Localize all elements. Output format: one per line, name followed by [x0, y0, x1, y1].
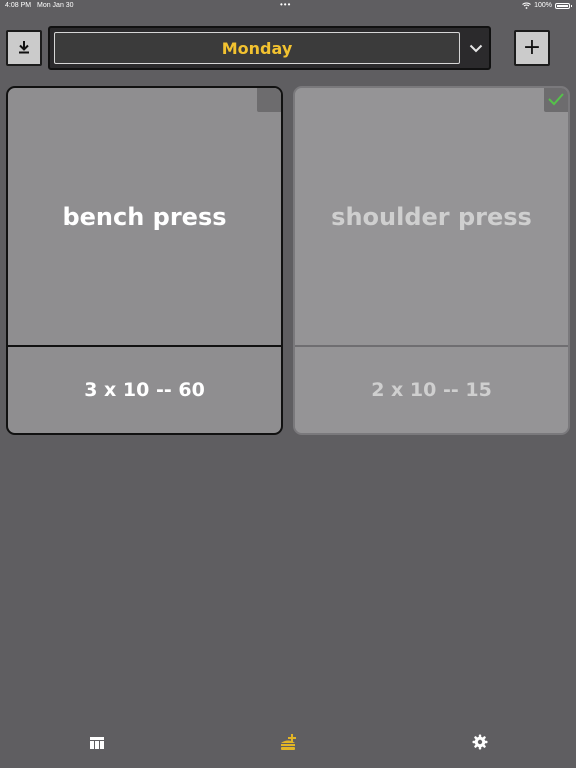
tab-bar [0, 720, 576, 768]
tab-table[interactable] [85, 732, 109, 756]
chevron-down-icon[interactable] [464, 34, 488, 62]
battery-icon [555, 2, 572, 9]
exercise-name-area[interactable]: shoulder press [295, 88, 568, 346]
exercise-name: shoulder press [331, 203, 532, 231]
exercise-sets-reps-weight: 3 x 10 -- 60 [84, 379, 205, 401]
day-selected-value[interactable]: Monday [54, 32, 460, 64]
exercise-sets-reps-weight: 2 x 10 -- 15 [371, 379, 492, 401]
wifi-icon [522, 2, 531, 9]
status-bar: 4:08 PM Mon Jan 30 ••• 100% [0, 0, 576, 12]
download-button[interactable] [6, 30, 42, 66]
tab-settings[interactable] [468, 732, 492, 756]
status-date: Mon Jan 30 [37, 2, 74, 9]
battery-percent: 100% [534, 2, 552, 9]
exercise-card[interactable]: shoulder press 2 x 10 -- 15 [293, 86, 570, 435]
exercise-name: bench press [62, 203, 227, 231]
multitasking-dots[interactable]: ••• [280, 0, 291, 9]
exercise-detail-area[interactable]: 3 x 10 -- 60 [8, 347, 281, 433]
complete-checkbox[interactable] [544, 88, 568, 112]
download-icon [17, 39, 31, 58]
status-time: 4:08 PM [5, 2, 32, 9]
tab-workout[interactable] [276, 732, 300, 756]
table-icon [89, 735, 105, 754]
workout-icon [279, 733, 297, 755]
exercise-card[interactable]: bench press 3 x 10 -- 60 [6, 86, 283, 435]
day-dropdown[interactable]: Monday [48, 26, 491, 70]
status-indicators: 100% [522, 2, 572, 9]
complete-checkbox[interactable] [257, 88, 281, 112]
checkmark-icon [547, 91, 565, 110]
add-exercise-button[interactable]: + [514, 30, 550, 66]
exercise-name-area[interactable]: bench press [8, 88, 281, 346]
exercise-detail-area[interactable]: 2 x 10 -- 15 [295, 347, 568, 433]
gear-icon [472, 734, 488, 754]
